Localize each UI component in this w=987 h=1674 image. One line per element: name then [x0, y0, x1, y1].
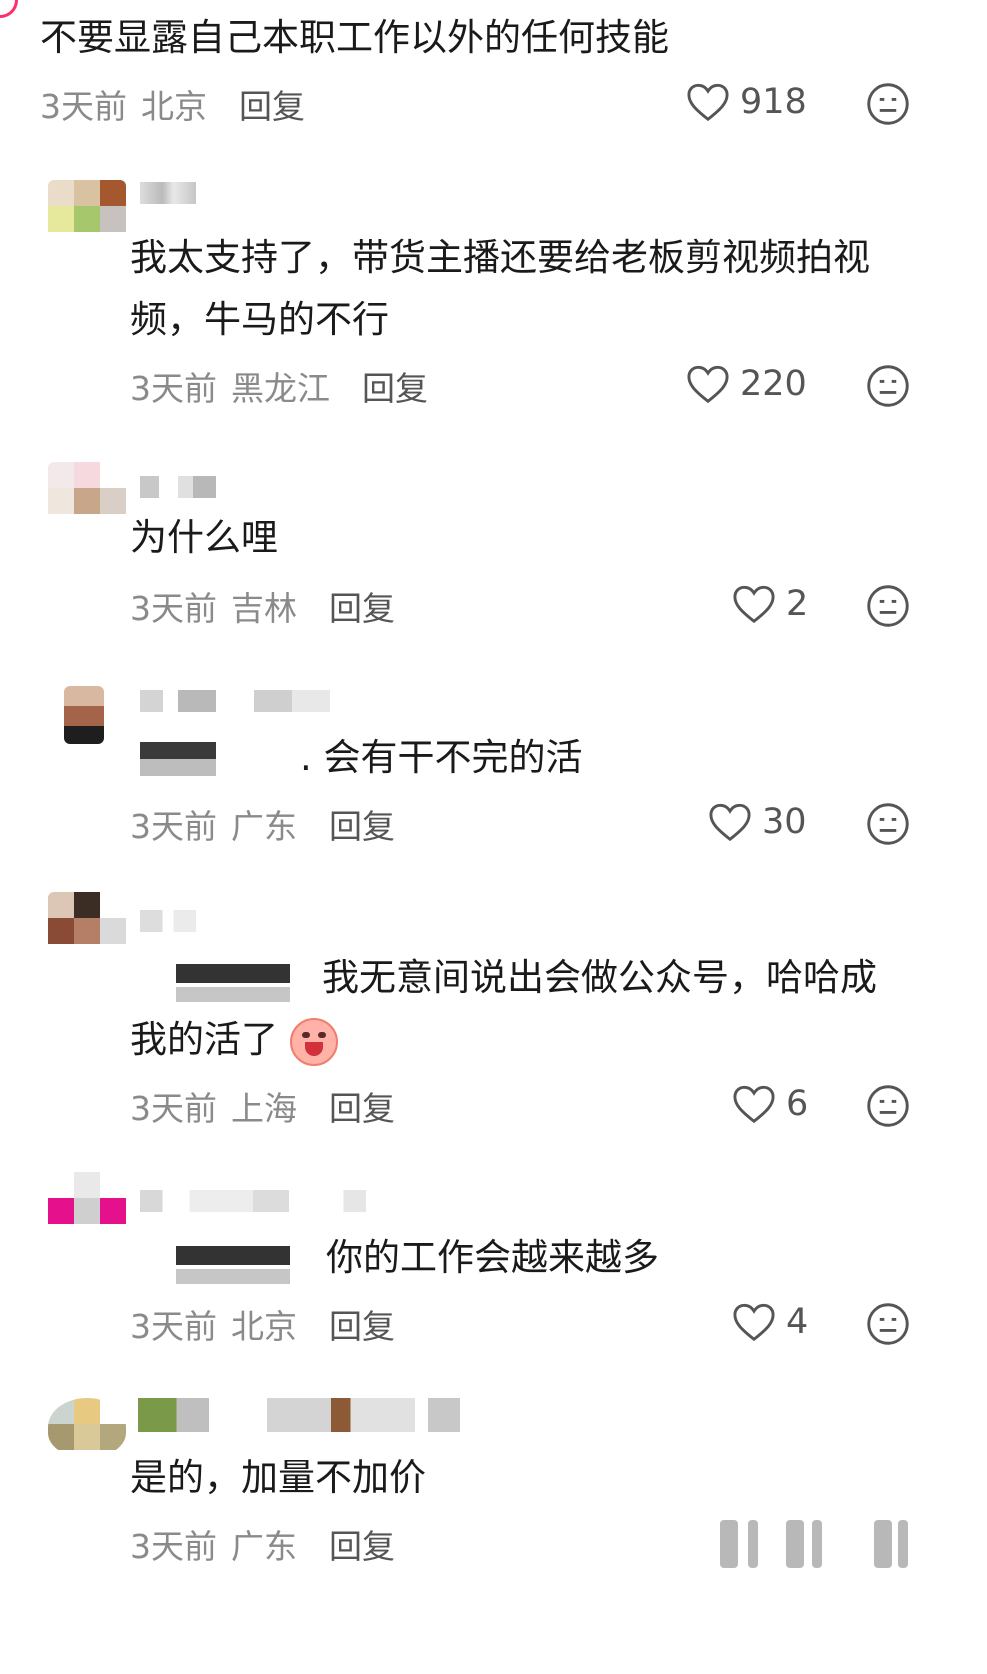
neutral-face-icon[interactable]	[866, 1302, 910, 1346]
avatar[interactable]	[64, 686, 104, 744]
comment-time: 3天前	[130, 1089, 217, 1128]
comment-text: 不要显露自己本职工作以外的任何技能	[40, 16, 669, 59]
comment-meta: 3天前 吉林 回复	[130, 582, 395, 630]
like-button[interactable]: 4	[732, 1302, 808, 1342]
reply-button[interactable]: 回复	[329, 1527, 395, 1566]
comment-time: 3天前	[130, 1527, 217, 1566]
comment-text: 我太支持了，带货主播还要给老板剪视频拍视	[130, 236, 870, 279]
comment-text-line2: 频，牛马的不行	[130, 298, 389, 341]
reply-button[interactable]: 回复	[329, 1307, 395, 1346]
avatar[interactable]	[48, 1398, 126, 1456]
comment-time: 3天前	[130, 807, 217, 846]
mention-blurred[interactable]	[176, 1246, 290, 1284]
like-count: 30	[762, 802, 807, 842]
comment-location: 吉林	[231, 589, 297, 628]
comment-text: 我无意间说出会做公众号，哈哈成	[322, 956, 877, 999]
comment-text: 你的工作会越来越多	[326, 1236, 659, 1279]
mention-blurred[interactable]	[140, 742, 216, 776]
username-blurred[interactable]	[140, 910, 196, 932]
comment-location: 广东	[231, 1527, 297, 1566]
like-button[interactable]: 30	[708, 802, 807, 842]
comment-text: . 会有干不完的活	[300, 736, 583, 779]
avatar[interactable]	[48, 892, 126, 950]
reply-button[interactable]: 回复	[239, 87, 305, 126]
watermark-bar	[786, 1520, 804, 1568]
avatar[interactable]	[48, 180, 126, 238]
heart-outline-icon	[709, 803, 751, 842]
like-count: 220	[740, 364, 807, 404]
heart-outline-icon	[733, 1085, 775, 1124]
avatar[interactable]	[48, 1172, 126, 1230]
comment-time: 3天前	[130, 369, 217, 408]
comment-location: 北京	[231, 1307, 297, 1346]
like-button[interactable]: 918	[686, 82, 807, 122]
neutral-face-icon[interactable]	[866, 82, 910, 126]
username-blurred[interactable]	[140, 476, 216, 498]
comment-meta: 3天前 黑龙江 回复	[130, 362, 428, 410]
neutral-face-icon[interactable]	[866, 1084, 910, 1128]
comment-meta: 3天前 广东 回复	[130, 1520, 395, 1568]
reply-button[interactable]: 回复	[329, 589, 395, 628]
reply-button[interactable]: 回复	[362, 369, 428, 408]
watermark-bar	[720, 1520, 738, 1568]
comment-meta: 3天前 上海 回复	[130, 1082, 395, 1130]
heart-outline-icon	[687, 365, 729, 404]
comment-location: 黑龙江	[231, 369, 330, 408]
neutral-face-icon[interactable]	[866, 364, 910, 408]
reply-button[interactable]: 回复	[329, 807, 395, 846]
comment-location: 广东	[231, 807, 297, 846]
neutral-face-icon[interactable]	[866, 802, 910, 846]
comment-location: 上海	[231, 1089, 297, 1128]
comment-text-line2: 我的活了	[130, 1008, 338, 1072]
top-accent-ring	[0, 0, 18, 18]
comment-meta: 3天前 北京 回复	[130, 1300, 395, 1348]
comment-time: 3天前	[130, 589, 217, 628]
neutral-face-icon[interactable]	[866, 584, 910, 628]
like-count: 4	[786, 1302, 809, 1342]
laughing-cry-emoji-icon	[289, 1017, 338, 1066]
watermark-bar	[812, 1520, 822, 1568]
heart-outline-icon	[733, 585, 775, 624]
comment-meta: 3天前 北京 回复	[40, 80, 305, 128]
avatar[interactable]	[48, 462, 126, 520]
username-blurred[interactable]	[140, 182, 196, 204]
like-button[interactable]: 2	[732, 584, 808, 624]
comment-location: 北京	[141, 87, 207, 126]
watermark-bar	[748, 1520, 758, 1568]
watermark-bar	[898, 1520, 908, 1568]
heart-outline-icon	[687, 83, 729, 122]
mention-blurred[interactable]	[176, 964, 290, 1002]
like-button[interactable]: 220	[686, 364, 807, 404]
reply-button[interactable]: 回复	[329, 1089, 395, 1128]
like-count: 2	[786, 584, 809, 624]
comment-time: 3天前	[40, 87, 127, 126]
comment-meta: 3天前 广东 回复	[130, 800, 395, 848]
like-count: 918	[740, 82, 807, 122]
username-blurred[interactable]	[140, 1190, 366, 1212]
like-button[interactable]: 6	[732, 1084, 808, 1124]
comment-text-line2-content: 我的活了	[130, 1018, 278, 1061]
comment-text: 是的，加量不加价	[130, 1456, 426, 1499]
watermark-bar	[874, 1520, 892, 1568]
like-count: 6	[786, 1084, 809, 1124]
username-blurred[interactable]	[138, 1398, 460, 1432]
username-blurred[interactable]	[140, 690, 330, 712]
comment-time: 3天前	[130, 1307, 217, 1346]
comment-text: 为什么哩	[130, 516, 278, 559]
heart-outline-icon	[733, 1303, 775, 1342]
